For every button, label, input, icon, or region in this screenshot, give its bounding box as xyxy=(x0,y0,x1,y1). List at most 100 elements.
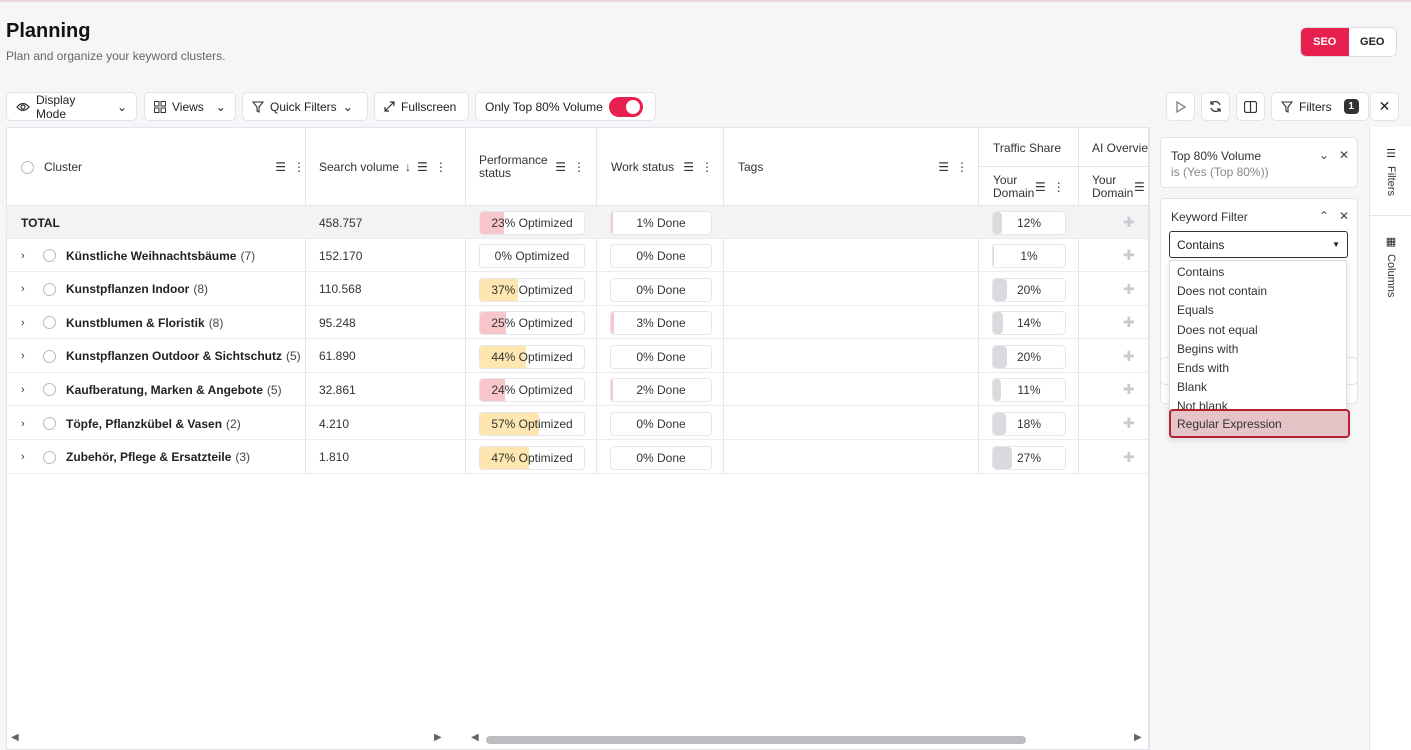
operator-option[interactable]: Ends with xyxy=(1177,361,1229,375)
scroll-left-icon[interactable]: ◀ xyxy=(11,732,19,743)
row-checkbox[interactable] xyxy=(43,249,56,262)
add-icon[interactable]: ✚ xyxy=(1123,281,1135,298)
run-button[interactable] xyxy=(1166,92,1195,121)
row-checkbox[interactable] xyxy=(43,417,56,430)
fullscreen-button[interactable]: Fullscreen xyxy=(374,92,469,121)
header-work-status[interactable]: Work status ☰ ⋮ xyxy=(611,128,713,206)
top80-toggle-switch[interactable] xyxy=(608,96,643,117)
select-all-checkbox[interactable] xyxy=(21,160,34,174)
chevron-down-icon: ⌄ xyxy=(342,99,353,114)
mode-geo-button[interactable]: GEO xyxy=(1349,28,1397,56)
cluster-name[interactable]: Zubehör, Pflege & Ersatzteile xyxy=(66,450,231,464)
row-checkbox[interactable] xyxy=(43,383,56,397)
add-icon[interactable]: ✚ xyxy=(1123,348,1135,365)
header-ai-your-domain[interactable]: Your Domain ☰ xyxy=(1092,172,1148,202)
more-vertical-icon[interactable]: ⋮ xyxy=(293,160,305,174)
more-vertical-icon[interactable]: ⋮ xyxy=(435,160,447,174)
expand-chevron-icon[interactable]: › xyxy=(21,317,31,329)
cluster-name[interactable]: Kaufberatung, Marken & Angebote xyxy=(66,383,263,397)
filter-lines-icon[interactable]: ☰ xyxy=(275,160,286,174)
cluster-name[interactable]: Kunstpflanzen Indoor xyxy=(66,282,189,296)
quick-filters-label: Quick Filters xyxy=(270,99,337,114)
page-subtitle: Plan and organize your keyword clusters. xyxy=(6,49,226,63)
scroll-right-icon[interactable]: ▶ xyxy=(1134,732,1142,743)
more-vertical-icon[interactable]: ⋮ xyxy=(1053,180,1065,194)
chevron-down-icon: ⌄ xyxy=(215,99,226,114)
right-horizontal-scrollbar[interactable]: ◀ ▶ xyxy=(466,732,1149,747)
scroll-right-icon[interactable]: ▶ xyxy=(434,732,442,743)
header-cluster[interactable]: Cluster ☰ ⋮ xyxy=(21,128,305,206)
operator-option[interactable]: Begins with xyxy=(1177,342,1238,356)
more-vertical-icon[interactable]: ⋮ xyxy=(701,160,713,174)
traffic-share-pill: 20% xyxy=(992,344,1066,369)
display-mode-button[interactable]: Display Mode ⌄ xyxy=(6,92,137,121)
filter-lines-icon[interactable]: ☰ xyxy=(938,160,949,174)
cluster-name[interactable]: Künstliche Weihnachtsbäume xyxy=(66,249,236,263)
row-checkbox[interactable] xyxy=(43,282,56,296)
row-checkbox[interactable] xyxy=(43,316,56,330)
sort-desc-icon[interactable]: ↓ xyxy=(405,160,411,174)
operator-option[interactable]: Does not contain xyxy=(1177,284,1267,298)
header-tags[interactable]: Tags ☰ ⋮ xyxy=(738,128,968,206)
expand-chevron-icon[interactable]: › xyxy=(21,418,31,430)
filter-lines-icon[interactable]: ☰ xyxy=(1035,180,1046,194)
filters-button[interactable]: Filters 1 xyxy=(1271,92,1369,121)
header-traffic-your-domain[interactable]: Your Domain ☰ ⋮ xyxy=(993,172,1073,202)
table-row[interactable]: › Kunstpflanzen Indoor (8) 110.568 37% Optim… xyxy=(7,273,1148,306)
table-row[interactable]: › Künstliche Weihnachtsbäume (7) 152.170 0% … xyxy=(7,239,1148,272)
header-search-volume[interactable]: Search volume ↓ ☰ ⋮ xyxy=(319,128,455,206)
operator-option[interactable]: Contains xyxy=(1177,265,1224,279)
close-filters-button[interactable]: ✕ xyxy=(1370,92,1399,121)
table-row[interactable]: › Kunstpflanzen Outdoor & Sichtschutz (5) 6… xyxy=(7,340,1148,373)
top80-filter-card[interactable]: Top 80% Volume is (Yes (Top 80%)) ⌄ ✕ xyxy=(1160,137,1358,188)
filter-lines-icon[interactable]: ☰ xyxy=(555,160,566,174)
scroll-left-icon[interactable]: ◀ xyxy=(471,732,479,743)
chevron-up-icon[interactable]: ⌃ xyxy=(1319,209,1329,223)
table-row[interactable]: › Kunstblumen & Floristik (8) 95.248 25% Opt… xyxy=(7,306,1148,340)
filter-lines-icon[interactable]: ☰ xyxy=(417,160,428,174)
expand-chevron-icon[interactable]: › xyxy=(21,283,31,295)
header-performance[interactable]: Performance status ☰ ⋮ xyxy=(479,128,585,206)
table-row[interactable]: › Kaufberatung, Marken & Angebote (5) 32.86… xyxy=(7,373,1148,407)
cluster-name[interactable]: Kunstpflanzen Outdoor & Sichtschutz xyxy=(66,349,282,363)
more-vertical-icon[interactable]: ⋮ xyxy=(956,160,968,174)
operator-option[interactable]: Blank xyxy=(1177,380,1207,394)
cluster-grid: Cluster ☰ ⋮ Search volume ↓ ☰ ⋮ Performanc… xyxy=(6,127,1149,750)
expand-chevron-icon[interactable]: › xyxy=(21,350,31,362)
filter-lines-icon[interactable]: ☰ xyxy=(1134,180,1145,194)
expand-chevron-icon[interactable]: › xyxy=(21,451,31,463)
split-view-button[interactable] xyxy=(1236,92,1265,121)
more-vertical-icon[interactable]: ⋮ xyxy=(573,160,585,174)
row-checkbox[interactable] xyxy=(43,450,56,464)
cluster-name[interactable]: Töpfe, Pflanzkübel & Vasen xyxy=(66,417,222,431)
table-row[interactable]: › Töpfe, Pflanzkübel & Vasen (2) 4.210 57% O… xyxy=(7,407,1148,440)
add-icon[interactable]: ✚ xyxy=(1123,314,1135,331)
chevron-down-icon[interactable]: ⌄ xyxy=(1319,148,1329,162)
refresh-button[interactable] xyxy=(1201,92,1230,121)
cluster-name[interactable]: Kunstblumen & Floristik xyxy=(66,316,205,330)
views-button[interactable]: Views ⌄ xyxy=(144,92,236,121)
add-icon[interactable]: ✚ xyxy=(1123,415,1135,432)
filters-tab[interactable]: ☰ Filters xyxy=(1370,147,1411,196)
close-icon[interactable]: ✕ xyxy=(1339,209,1349,223)
add-icon[interactable]: ✚ xyxy=(1123,247,1135,264)
add-icon[interactable]: ✚ xyxy=(1123,381,1135,398)
add-icon[interactable]: ✚ xyxy=(1123,214,1135,231)
filter-lines-icon[interactable]: ☰ xyxy=(683,160,694,174)
table-row[interactable]: › Zubehör, Pflege & Ersatzteile (3) 1.810 47… xyxy=(7,441,1148,474)
expand-chevron-icon[interactable]: › xyxy=(21,250,31,262)
scroll-thumb[interactable] xyxy=(486,736,1026,744)
left-horizontal-scrollbar[interactable]: ◀ ▶ xyxy=(6,732,458,747)
add-icon[interactable]: ✚ xyxy=(1123,449,1135,466)
quick-filters-button[interactable]: Quick Filters ⌄ xyxy=(242,92,368,121)
expand-chevron-icon[interactable]: › xyxy=(21,384,31,396)
close-icon[interactable]: ✕ xyxy=(1339,148,1349,162)
operator-option[interactable]: Equals xyxy=(1177,303,1214,317)
mode-seo-button[interactable]: SEO xyxy=(1301,28,1349,56)
seo-geo-toggle[interactable]: SEO GEO xyxy=(1300,27,1397,57)
keyword-operator-select[interactable]: Contains ▼ xyxy=(1169,231,1348,258)
row-checkbox[interactable] xyxy=(43,349,56,363)
operator-option[interactable]: Does not equal xyxy=(1177,323,1258,337)
operator-option-highlighted[interactable]: Regular Expression xyxy=(1169,409,1350,438)
columns-tab[interactable]: ▦ Columns xyxy=(1370,235,1411,297)
